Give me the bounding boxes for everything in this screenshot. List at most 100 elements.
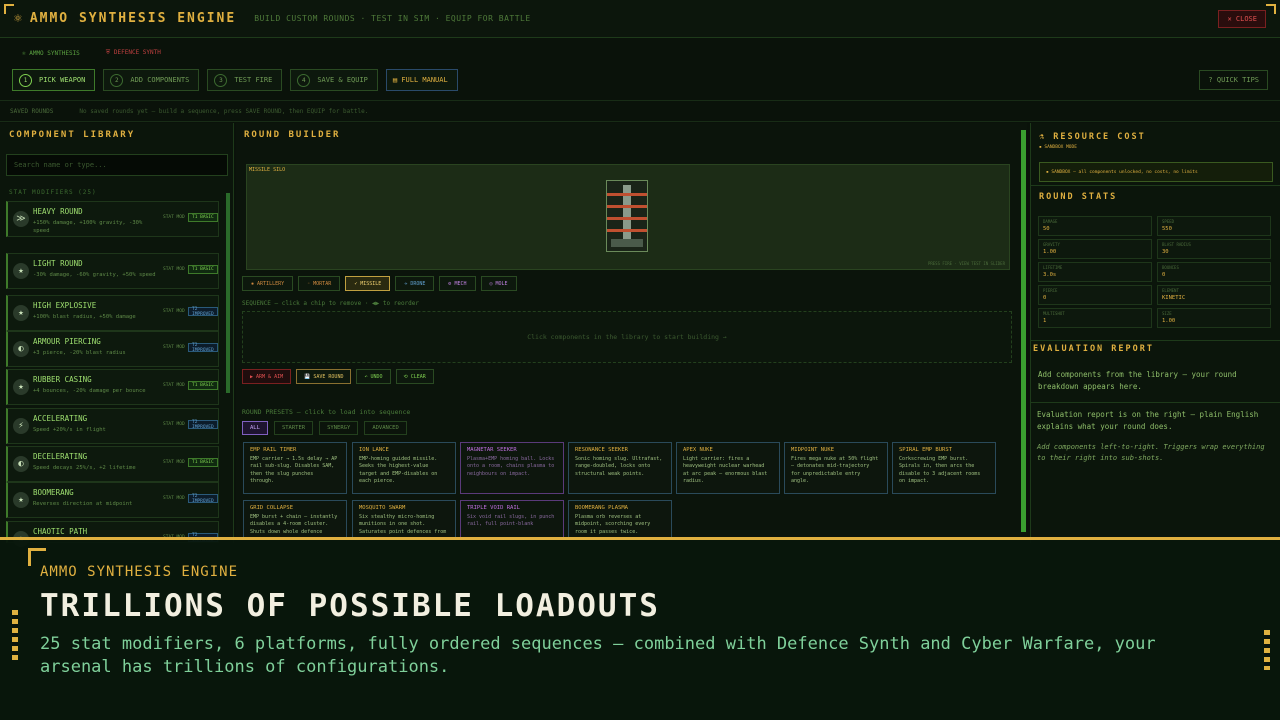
- component-icon: ◐: [13, 456, 29, 472]
- preset-card[interactable]: MAGNETAR SEEKER Plasma+EMP homing ball. L…: [460, 442, 564, 494]
- stat-value: 1.00: [1043, 249, 1057, 255]
- builder-title: ROUND BUILDER: [244, 130, 341, 140]
- mole-icon: ◎: [489, 280, 493, 287]
- component-item[interactable]: ★ RUBBER CASING +4 bounces, -20% damage pe…: [6, 369, 219, 405]
- step-number: 1: [19, 73, 32, 87]
- preset-card[interactable]: SPIRAL EMP BURST Corkscrewing EMP burst. …: [892, 442, 996, 494]
- component-name: HIGH EXPLOSIVE: [33, 301, 97, 310]
- hazard-stripe: [1264, 630, 1270, 670]
- preset-name: TRIPLE VOID RAIL: [467, 505, 520, 511]
- preset-name: GRID COLLAPSE: [250, 505, 294, 511]
- step-label: ADD COMPONENTS: [130, 76, 190, 84]
- stat-value: 0: [1043, 295, 1047, 301]
- component-item[interactable]: ≫ HEAVY ROUND +150% damage, +100% gravity,…: [6, 201, 219, 237]
- drone-icon: ✈: [404, 280, 408, 287]
- builder-scrollbar[interactable]: [1021, 130, 1026, 532]
- save-round-button[interactable]: 💾 SAVE ROUND: [296, 369, 352, 384]
- component-kind: STAT MOD: [163, 345, 185, 350]
- platform-mole[interactable]: ◎ MOLE: [480, 276, 517, 291]
- stat-key: MULTISHOT: [1043, 311, 1065, 316]
- step-save-equip[interactable]: 4 SAVE & EQUIP: [290, 69, 378, 91]
- component-item[interactable]: ★ HIGH EXPLOSIVE +100% blast radius, +50% …: [6, 295, 219, 331]
- stat-key: DAMAGE: [1043, 219, 1058, 224]
- promo-overlay: AMMO SYNTHESIS ENGINE TRILLIONS OF POSSI…: [0, 537, 1280, 720]
- component-item[interactable]: ★ BOOMERANG Reverses direction at midpoint…: [6, 482, 219, 518]
- sandbox-notice: ▪ SANDBOX — all components unlocked, no …: [1039, 162, 1273, 182]
- preset-name: MAGNETAR SEEKER: [467, 447, 517, 453]
- tab-defence-synth[interactable]: ⛨ DEFENCE SYNTH: [106, 49, 161, 57]
- evaluation-tip: Add components left-to-right. Triggers w…: [1037, 443, 1265, 462]
- preset-card[interactable]: MIDPOINT NUKE Fires mega nuke at 50% flig…: [784, 442, 888, 494]
- preset-filters: ALL STARTER SYNERGY ADVANCED: [242, 421, 407, 435]
- component-kind: STAT MOD: [163, 422, 185, 427]
- library-section-header[interactable]: STAT MODIFIERS (25): [9, 189, 97, 196]
- component-icon: ◐: [13, 341, 29, 357]
- preset-desc: Six void rail slugs, in punch rail, full…: [467, 514, 555, 528]
- preset-name: EMP RAIL TIMER: [250, 447, 297, 453]
- preset-desc: Light carrier: fires a heavyweight nucle…: [683, 456, 768, 484]
- component-icon: ★: [13, 492, 29, 508]
- component-kind: STAT MOD: [163, 496, 185, 501]
- stat-key: SIZE: [1162, 311, 1172, 316]
- stat-value: KINETIC: [1162, 295, 1186, 301]
- filter-all[interactable]: ALL: [242, 421, 268, 435]
- stat-key: ELEMENT: [1162, 288, 1179, 293]
- platform-drone[interactable]: ✈ DRONE: [395, 276, 435, 291]
- preset-card[interactable]: GRID COLLAPSE EMP burst + chain — instant…: [243, 500, 347, 540]
- stat-key: BLAST RADIUS: [1162, 242, 1191, 247]
- component-item[interactable]: ★ LIGHT ROUND -30% damage, -60% gravity, +…: [6, 253, 219, 289]
- quick-tips-button[interactable]: ? QUICK TIPS: [1199, 70, 1268, 90]
- round-stats-title: ROUND STATS: [1039, 192, 1118, 202]
- platform-missile[interactable]: ➶ MISSILE: [345, 276, 391, 291]
- tier-badge: T1 BASIC: [188, 213, 218, 222]
- step-label: TEST FIRE: [234, 76, 273, 84]
- sequence-dropzone[interactable]: Click components in the library to start…: [242, 311, 1012, 363]
- preset-card[interactable]: BOOMERANG PLASMA Plasma orb reverses at m…: [568, 500, 672, 540]
- stat-cell: GRAVITY 1.00: [1038, 239, 1152, 259]
- close-button[interactable]: ✕ CLOSE: [1218, 10, 1266, 28]
- tier-badge: T1 BASIC: [188, 265, 218, 274]
- filter-synergy[interactable]: SYNERGY: [319, 421, 359, 435]
- clear-button[interactable]: ⟲ CLEAR: [395, 369, 434, 384]
- preset-name: RESONANCE SEEKER: [575, 447, 628, 453]
- component-item[interactable]: ⚡ ACCELERATING Speed +20%/s in flight STAT …: [6, 408, 219, 444]
- component-item[interactable]: ◐ DECELERATING Speed decays 25%/s, +2 life…: [6, 446, 219, 482]
- tier-badge: T2 IMPROVED: [188, 343, 218, 353]
- library-scrollbar[interactable]: [226, 193, 230, 393]
- arm-aim-button[interactable]: ▶ ARM & AIM: [242, 369, 292, 384]
- filter-advanced[interactable]: ADVANCED: [364, 421, 407, 435]
- stat-key: GRAVITY: [1043, 242, 1060, 247]
- component-kind: STAT MOD: [163, 267, 185, 272]
- component-item[interactable]: ◐ ARMOUR PIERCING +3 pierce, -20% blast ra…: [6, 331, 219, 367]
- component-name: BOOMERANG: [33, 488, 74, 497]
- tab-ammo-synthesis[interactable]: ⚛ AMMO SYNTHESIS: [22, 50, 80, 57]
- preset-card[interactable]: MOSQUITO SWARM Six stealthy micro-homing …: [352, 500, 456, 540]
- platform-mortar[interactable]: ◦ MORTAR: [298, 276, 341, 291]
- filter-starter[interactable]: STARTER: [273, 421, 314, 435]
- platform-mech[interactable]: ⚙ MECH: [439, 276, 476, 291]
- stat-value: 30: [1162, 249, 1169, 255]
- evaluation-note: Evaluation report is on the right — plai…: [1037, 410, 1259, 431]
- library-search-input[interactable]: Search name or type...: [6, 154, 228, 176]
- step-test-fire[interactable]: 3 TEST FIRE: [207, 69, 283, 91]
- preset-card[interactable]: APEX NUKE Light carrier: fires a heavywei…: [676, 442, 780, 494]
- stat-value: 1.00: [1162, 318, 1176, 324]
- preset-desc: EMP carrier → 1.5s delay → AP rail sub-s…: [250, 456, 338, 484]
- preset-name: ION LANCE: [359, 447, 389, 453]
- preset-card[interactable]: ION LANCE EMP-homing guided missile. Seek…: [352, 442, 456, 494]
- evaluation-report-title: EVALUATION REPORT: [1033, 344, 1154, 354]
- preset-card[interactable]: RESONANCE SEEKER Sonic homing slug. Ultra…: [568, 442, 672, 494]
- preset-card[interactable]: EMP RAIL TIMER EMP carrier → 1.5s delay →…: [243, 442, 347, 494]
- step-label: PICK WEAPON: [39, 76, 86, 84]
- platform-artillery[interactable]: ✸ ARTILLERY: [242, 276, 294, 291]
- preset-name: APEX NUKE: [683, 447, 713, 453]
- step-add-components[interactable]: 2 ADD COMPONENTS: [103, 69, 200, 91]
- step-pick-weapon[interactable]: 1 PICK WEAPON: [12, 69, 96, 91]
- preset-name: BOOMERANG PLASMA: [575, 505, 628, 511]
- component-desc: +150% damage, +100% gravity, -30% speed: [33, 220, 143, 235]
- preset-card[interactable]: TRIPLE VOID RAIL Six void rail slugs, in …: [460, 500, 564, 540]
- missile-icon: [606, 180, 648, 252]
- stat-key: BOUNCES: [1162, 265, 1179, 270]
- undo-button[interactable]: ↶ UNDO: [356, 369, 391, 384]
- full-manual-button[interactable]: ▤ FULL MANUAL: [385, 69, 458, 91]
